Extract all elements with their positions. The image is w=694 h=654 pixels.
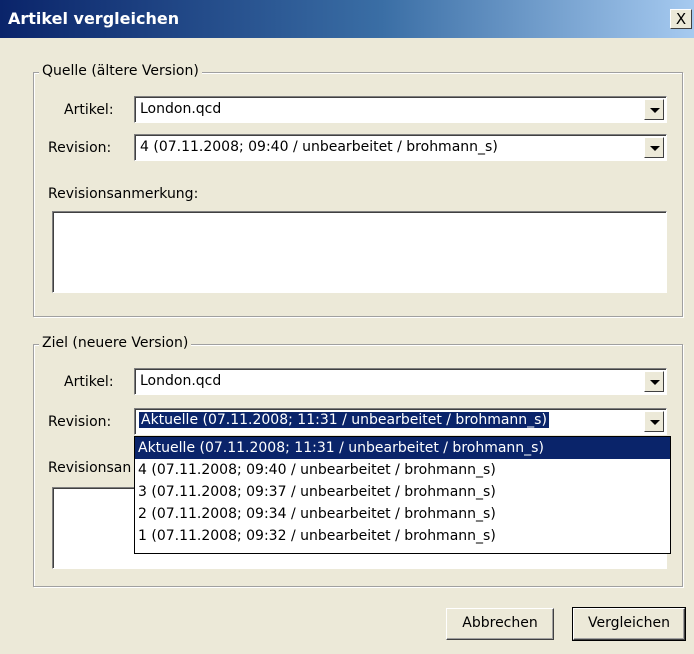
source-note-label: Revisionsanmerkung: [48, 186, 199, 202]
source-revision-combo[interactable]: 4 (07.11.2008; 09:40 / unbearbeitet / br… [134, 134, 667, 161]
dropdown-option[interactable]: Aktuelle (07.11.2008; 11:31 / unbearbeit… [135, 437, 670, 459]
dropdown-option[interactable]: 1 (07.11.2008; 09:32 / unbearbeitet / br… [135, 525, 670, 547]
source-note-field[interactable] [52, 211, 667, 293]
target-article-value: London.qcd [140, 373, 222, 389]
dropdown-option[interactable]: 4 (07.11.2008; 09:40 / unbearbeitet / br… [135, 459, 670, 481]
revision-dropdown-list: Aktuelle (07.11.2008; 11:31 / unbearbeit… [134, 436, 671, 554]
source-revision-value: 4 (07.11.2008; 09:40 / unbearbeitet / br… [140, 139, 498, 155]
compare-articles-dialog: Artikel vergleichen X Quelle (ältere Ver… [0, 0, 694, 654]
source-article-combo[interactable]: London.qcd [134, 96, 667, 123]
source-article-label: Artikel: [64, 102, 114, 118]
dropdown-option[interactable]: 3 (07.11.2008; 09:37 / unbearbeitet / br… [135, 481, 670, 503]
chevron-down-icon[interactable] [644, 371, 664, 392]
compare-button[interactable]: Vergleichen [572, 607, 686, 641]
cancel-button[interactable]: Abbrechen [446, 608, 554, 640]
target-note-label: Revisionsan [48, 460, 132, 476]
target-article-combo[interactable]: London.qcd [134, 368, 667, 395]
chevron-down-icon[interactable] [644, 411, 664, 432]
dialog-title: Artikel vergleichen [8, 9, 180, 28]
target-revision-label: Revision: [48, 414, 112, 430]
chevron-down-icon[interactable] [644, 137, 664, 158]
target-article-label: Artikel: [64, 374, 114, 390]
close-button[interactable]: X [670, 9, 692, 29]
source-group-legend: Quelle (ältere Version) [39, 63, 202, 79]
target-revision-value: Aktuelle (07.11.2008; 11:31 / unbearbeit… [138, 411, 550, 429]
dropdown-option[interactable]: 2 (07.11.2008; 09:34 / unbearbeitet / br… [135, 503, 670, 525]
chevron-down-icon[interactable] [644, 99, 664, 120]
title-bar: Artikel vergleichen [0, 0, 694, 38]
target-revision-combo[interactable]: Aktuelle (07.11.2008; 11:31 / unbearbeit… [134, 408, 667, 435]
close-icon: X [675, 10, 687, 28]
source-revision-label: Revision: [48, 140, 112, 156]
source-article-value: London.qcd [140, 101, 222, 117]
target-group-legend: Ziel (neuere Version) [39, 335, 192, 351]
